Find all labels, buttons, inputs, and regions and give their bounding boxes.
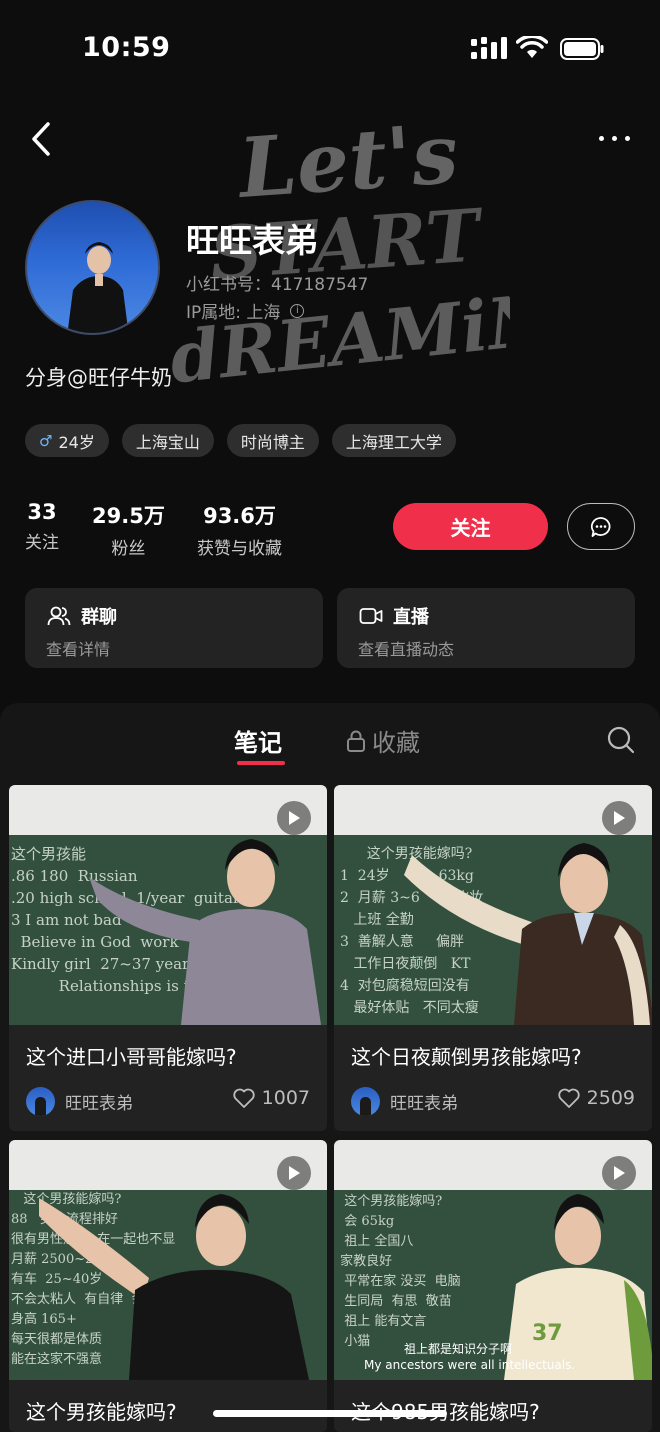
dot-icon [598,135,604,141]
svg-text:37: 37 [532,1321,563,1346]
like-count: 2509 [586,1087,635,1109]
like-count: 1007 [261,1087,310,1109]
live-title: 直播 [359,603,429,629]
video-subtitle-chinese: 祖上都是知识分子啊 [404,1342,513,1356]
play-triangle-icon [289,1166,300,1180]
tag-school: 上海理工大学 [331,424,456,457]
tag-age: ♂ 24岁 [25,424,109,457]
red-id: 小红书号：417187547 [186,275,369,295]
group-chat-label: 群聊 [81,607,117,628]
profile-name: 旺旺表弟 [186,221,318,260]
post-title: 这个日夜颠倒男孩能嫁吗? [351,1045,582,1069]
heart-icon [557,1088,580,1108]
post-card[interactable]: 这个男孩能嫁吗? 1 24岁 63kg 2 月薪 3~6 化妆 上班 全勤 3 … [334,785,652,1131]
play-triangle-icon [614,1166,625,1180]
post-thumbnail: 这个男孩能 .86 180 Russian .20 high school 1/… [9,785,327,1025]
person-graphic [89,839,321,1025]
post-card[interactable]: 这个男孩能 .86 180 Russian .20 high school 1/… [9,785,327,1131]
profile-tags: ♂ 24岁 上海宝山 时尚博主 上海理工大学 [25,424,456,457]
like-button[interactable]: 2509 [557,1087,635,1109]
signal-icon [471,37,507,59]
ip-location: IP属地: 上海 i [186,298,305,323]
back-button[interactable] [26,118,60,160]
post-author: 旺旺表弟 [26,1087,133,1116]
post-author: 旺旺表弟 [351,1087,458,1116]
heart-icon [232,1088,255,1108]
post-thumbnail: 这个男孩能嫁吗? 会 65kg 祖上 全国八 家教良好 平常在家 没买 电脑 生… [334,1140,652,1380]
status-bar: 10:59 [0,0,660,100]
battery-icon [560,38,604,60]
status-time: 10:59 [82,32,171,63]
author-avatar [351,1087,380,1116]
chalkboard-text: 这个男孩能嫁吗? 会 65kg 祖上 全国八 家教良好 平常在家 没买 电脑 生… [340,1194,461,1349]
tab-collect-label: 收藏 [372,729,420,757]
ip-location-text: IP属地: 上海 [186,303,281,323]
tag-label: 上海宝山 [135,432,200,452]
author-name: 旺旺表弟 [390,1094,458,1114]
info-icon[interactable]: i [290,303,305,318]
play-icon [277,801,311,835]
stat-value: 93.6万 [203,504,276,528]
stat-label: 获赞与收藏 [197,539,282,559]
post-title: 这个男孩能嫁吗? [26,1400,177,1424]
bg-art-line-1: Let's [234,106,461,217]
dot-icon [624,135,630,141]
tag-location: 上海宝山 [121,424,214,457]
message-button[interactable] [567,503,635,550]
follow-button[interactable]: 关注 [393,503,548,550]
live-label: 直播 [393,607,429,628]
tab-active-indicator [237,761,285,765]
video-camera-icon [359,608,383,624]
chat-bubble-icon [590,516,611,537]
tab-notes[interactable]: 笔记 [234,723,282,758]
play-icon [277,1156,311,1190]
tag-label: 上海理工大学 [345,432,442,452]
profile-bio: 分身@旺仔牛奶 [25,366,172,390]
live-sub: 查看直播动态 [358,640,455,659]
lock-icon [347,730,365,752]
post-thumbnail: 这个男孩能嫁吗? 1 24岁 63kg 2 月薪 3~6 化妆 上班 全勤 3 … [334,785,652,1025]
post-card[interactable]: 这个男孩能嫁吗? 88 身体流程排好 很有男性魅力 在一起也不显 月薪 2500… [9,1140,327,1432]
stat-value: 33 [27,500,57,524]
play-triangle-icon [614,811,625,825]
male-icon: ♂ [39,431,53,450]
wifi-icon [516,36,548,58]
post-title: 这个进口小哥哥能嫁吗? [26,1045,237,1069]
play-icon [602,801,636,835]
play-triangle-icon [289,811,300,825]
group-chat-title: 群聊 [47,603,117,629]
stat-following[interactable]: 33 关注 [25,500,59,553]
profile-avatar[interactable] [25,200,160,335]
video-subtitle-english: My ancestors were all intellectuals. [364,1358,576,1372]
dot-icon [611,135,617,141]
group-chat-sub: 查看详情 [46,640,111,659]
post-thumbnail: 这个男孩能嫁吗? 88 身体流程排好 很有男性魅力 在一起也不显 月薪 2500… [9,1140,327,1380]
author-name: 旺旺表弟 [65,1094,133,1114]
person-graphic [404,843,652,1025]
tag-label: 时尚博主 [240,432,305,452]
play-icon [602,1156,636,1190]
search-icon[interactable] [606,725,636,755]
stat-label: 粉丝 [111,539,146,559]
stat-label: 关注 [25,533,59,553]
home-indicator[interactable] [213,1410,447,1417]
more-options-button[interactable] [592,124,636,152]
live-card[interactable]: 直播 查看直播动态 [337,588,635,668]
like-button[interactable]: 1007 [232,1087,310,1109]
tag-label: 24岁 [58,432,95,452]
person-graphic [39,1194,309,1380]
stat-likes-collects[interactable]: 93.6万 获赞与收藏 [197,500,282,559]
avatar-person-graphic [67,242,129,333]
stat-followers[interactable]: 29.5万 粉丝 [92,500,165,559]
post-card[interactable]: 这个男孩能嫁吗? 会 65kg 祖上 全国八 家教良好 平常在家 没买 电脑 生… [334,1140,652,1432]
tag-occupation: 时尚博主 [226,424,319,457]
group-icon [47,606,71,626]
author-avatar [26,1087,55,1116]
stat-value: 29.5万 [92,504,165,528]
group-chat-card[interactable]: 群聊 查看详情 [25,588,323,668]
tab-collect[interactable]: 收藏 [346,723,420,758]
